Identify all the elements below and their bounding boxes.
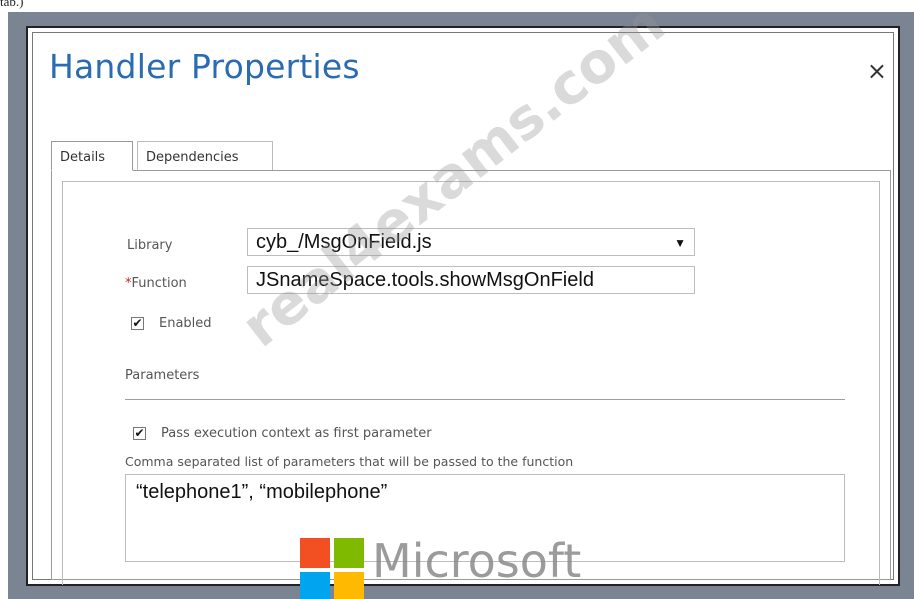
details-panel: Library cyb_/MsgOnField.js ▼ *Function J… [51,170,891,585]
microsoft-logo-icon [300,538,364,599]
enabled-label: Enabled [159,316,212,331]
handler-properties-dialog: Handler Properties × Details Dependencie… [26,26,900,586]
details-panel-inner: Library cyb_/MsgOnField.js ▼ *Function J… [62,181,880,585]
function-input[interactable]: JSnameSpace.tools.showMsgOnField [247,266,695,294]
parameters-heading: Parameters [125,368,200,383]
chevron-down-icon[interactable]: ▼ [674,231,686,255]
microsoft-logo-text: Microsoft [372,534,582,588]
tab-details[interactable]: Details [51,141,133,171]
function-label-row: *Function [125,276,187,291]
logo-square-yellow [334,572,364,599]
dialog-inner-border: Handler Properties × Details Dependencie… [32,32,894,585]
close-icon[interactable]: × [867,59,887,83]
library-select[interactable]: cyb_/MsgOnField.js ▼ [247,228,695,256]
function-label: Function [131,276,187,291]
logo-square-red [300,538,330,568]
library-value: cyb_/MsgOnField.js [256,231,432,253]
pass-context-checkbox[interactable]: ✔ [133,427,146,440]
page-text-fragment: tab.) [0,0,24,9]
logo-square-green [334,538,364,568]
logo-square-blue [300,572,330,599]
pass-context-label: Pass execution context as first paramete… [161,426,432,441]
tab-dependencies[interactable]: Dependencies [137,141,273,171]
dialog-title: Handler Properties [49,47,360,86]
params-hint: Comma separated list of parameters that … [125,454,574,469]
library-label: Library [127,238,173,253]
enabled-checkbox[interactable]: ✔ [131,317,144,330]
parameters-divider [125,399,845,400]
